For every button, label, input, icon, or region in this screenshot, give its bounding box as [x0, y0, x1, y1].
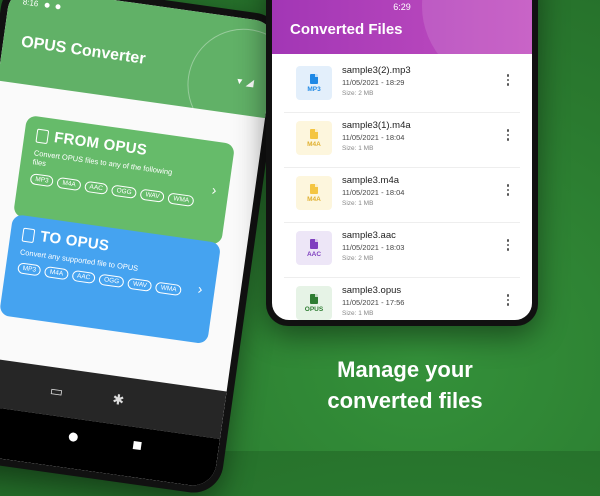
gear-icon [43, 2, 50, 8]
format-chip: M4A [56, 176, 82, 191]
caption-line-2: converted files [327, 387, 483, 413]
recents-button[interactable] [132, 441, 142, 451]
wifi-icon: ▾ [236, 75, 243, 88]
status-bar: 8:16 [22, 0, 61, 11]
caption-line-1: Manage your [337, 357, 473, 382]
promo-caption: Manage your converted files [300, 355, 510, 417]
format-chip: MP3 [16, 262, 42, 277]
file-icon: M4A [296, 176, 332, 210]
file-size: Size: 1 MB [342, 310, 374, 317]
more-options-icon[interactable] [504, 129, 512, 141]
file-icon: OPUS [296, 286, 332, 320]
home-button[interactable] [68, 431, 79, 443]
copy-file-icon [35, 128, 50, 144]
list-item[interactable]: M4A sample3(1).m4a 11/05/2021 - 18:04 Si… [284, 113, 520, 168]
converted-files-list: MP3 sample3(2).mp3 11/05/2021 - 18:29 Si… [272, 58, 532, 320]
copy-file-icon [21, 227, 36, 243]
format-chip: OGG [98, 274, 125, 289]
left-phone-mockup: 8:16 OPUS Converter ▾ ◢ FROM OPUS Conver… [0, 0, 287, 496]
file-date: 11/05/2021 - 17:56 [342, 298, 405, 307]
converted-files-header: 6:29 Converted Files [272, 0, 532, 54]
format-chip: AAC [71, 270, 96, 285]
status-time: 8:16 [22, 0, 39, 9]
file-date: 11/05/2021 - 18:29 [342, 78, 405, 87]
format-chip: M4A [44, 266, 69, 281]
right-phone-screen: 6:29 Converted Files MP3 sample3(2).mp3 … [272, 0, 532, 320]
format-chip: WMA [167, 192, 195, 207]
list-item[interactable]: OPUS sample3.opus 11/05/2021 - 17:56 Siz… [284, 278, 520, 320]
more-options-icon[interactable] [504, 184, 512, 196]
app-title: OPUS Converter [20, 33, 147, 68]
more-options-icon[interactable] [504, 294, 512, 306]
file-name: sample3(1).m4a [342, 120, 411, 131]
file-date: 11/05/2021 - 18:04 [342, 188, 405, 197]
notification-icon [54, 3, 61, 10]
more-options-icon[interactable] [504, 74, 512, 86]
status-time: 6:29 [393, 2, 411, 12]
format-chip: AAC [83, 180, 109, 195]
gear-icon[interactable]: ✱ [111, 391, 125, 409]
file-size: Size: 1 MB [342, 145, 374, 152]
more-options-icon[interactable] [504, 239, 512, 251]
chevron-right-icon: › [196, 280, 204, 298]
file-size: Size: 2 MB [342, 90, 374, 97]
file-icon: M4A [296, 121, 332, 155]
file-icon: MP3 [296, 66, 332, 100]
file-icon: AAC [296, 231, 332, 265]
signal-icon: ◢ [245, 77, 255, 90]
file-size: Size: 1 MB [342, 200, 374, 207]
file-name: sample3(2).mp3 [342, 65, 411, 76]
file-name: sample3.m4a [342, 175, 400, 186]
format-chip: WAV [127, 278, 153, 293]
screen-title: Converted Files [290, 21, 403, 38]
right-phone-mockup: 6:29 Converted Files MP3 sample3(2).mp3 … [266, 0, 538, 326]
list-item[interactable]: M4A sample3.m4a 11/05/2021 - 18:04 Size:… [284, 168, 520, 223]
header-decoration [180, 21, 279, 119]
file-date: 11/05/2021 - 18:03 [342, 243, 405, 252]
list-item[interactable]: MP3 sample3(2).mp3 11/05/2021 - 18:29 Si… [284, 58, 520, 113]
format-chip: WMA [155, 282, 183, 297]
format-chip: WAV [139, 188, 166, 203]
file-name: sample3.aac [342, 230, 396, 241]
left-phone-screen: 8:16 OPUS Converter ▾ ◢ FROM OPUS Conver… [0, 0, 279, 489]
folder-icon[interactable]: ▭ [49, 382, 64, 401]
format-chip: MP3 [29, 172, 55, 188]
app-header: 8:16 OPUS Converter ▾ ◢ [0, 0, 279, 119]
chevron-right-icon: › [210, 181, 218, 199]
list-item[interactable]: AAC sample3.aac 11/05/2021 - 18:03 Size:… [284, 223, 520, 278]
format-chip: OGG [110, 184, 138, 199]
file-name: sample3.opus [342, 285, 402, 296]
file-date: 11/05/2021 - 18:04 [342, 133, 405, 142]
status-icons: ▾ ◢ [236, 76, 254, 89]
file-size: Size: 2 MB [342, 255, 374, 262]
